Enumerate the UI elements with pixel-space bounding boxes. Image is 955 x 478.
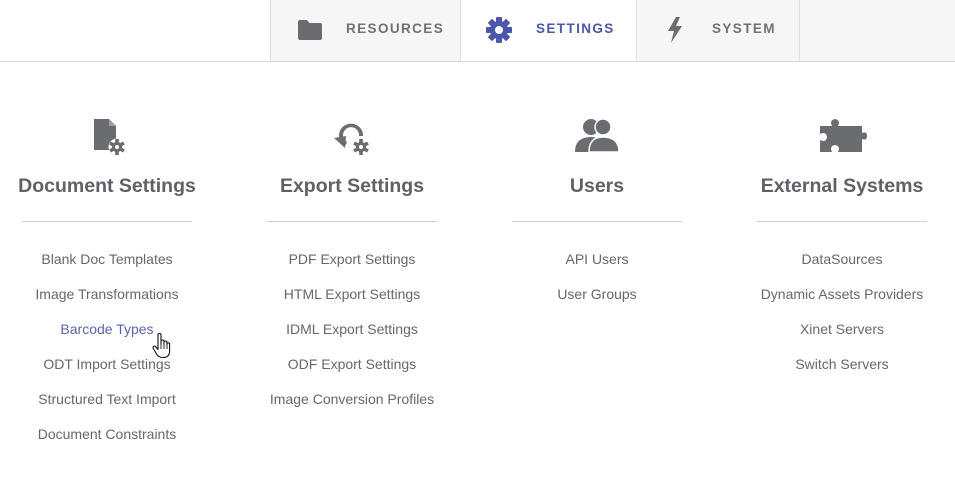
link-odf-export-settings[interactable]: ODF Export Settings <box>237 355 467 390</box>
top-navigation: RESOURCES SETTINGS SYSTEM <box>0 0 955 62</box>
link-xinet-servers[interactable]: Xinet Servers <box>727 320 955 355</box>
gear-icon <box>485 16 513 44</box>
tab-system[interactable]: SYSTEM <box>636 0 800 61</box>
tab-system-label: SYSTEM <box>712 21 776 36</box>
divider <box>267 221 437 222</box>
divider <box>22 221 192 222</box>
divider <box>757 221 927 222</box>
tab-resources-label: RESOURCES <box>346 21 445 36</box>
document-gear-icon <box>79 116 135 166</box>
nav-empty-area <box>799 0 955 61</box>
link-barcode-types[interactable]: Barcode Types <box>0 320 222 355</box>
column-title: Users <box>569 175 625 197</box>
link-html-export-settings[interactable]: HTML Export Settings <box>237 285 467 320</box>
link-image-transformations[interactable]: Image Transformations <box>0 285 222 320</box>
link-image-conversion-profiles[interactable]: Image Conversion Profiles <box>237 390 467 425</box>
tab-resources[interactable]: RESOURCES <box>270 0 461 61</box>
lightning-icon <box>661 16 689 44</box>
puzzle-piece-icon <box>814 116 870 166</box>
link-structured-text-import[interactable]: Structured Text Import <box>0 390 222 425</box>
export-gear-icon <box>324 116 380 166</box>
link-idml-export-settings[interactable]: IDML Export Settings <box>237 320 467 355</box>
column-title: Export Settings <box>279 175 425 197</box>
link-datasources[interactable]: DataSources <box>727 250 955 285</box>
link-pdf-export-settings[interactable]: PDF Export Settings <box>237 250 467 285</box>
link-odt-import-settings[interactable]: ODT Import Settings <box>0 355 222 390</box>
users-icon <box>569 116 625 166</box>
column-title: External Systems <box>760 175 924 197</box>
column-title: Document Settings <box>18 175 196 197</box>
divider <box>512 221 682 222</box>
link-dynamic-assets-providers[interactable]: Dynamic Assets Providers <box>727 285 955 320</box>
folder-icon <box>296 16 324 44</box>
link-blank-doc-templates[interactable]: Blank Doc Templates <box>0 250 222 285</box>
link-switch-servers[interactable]: Switch Servers <box>727 355 955 390</box>
link-user-groups[interactable]: User Groups <box>482 285 712 320</box>
hand-pointer-cursor-icon <box>152 332 172 359</box>
link-document-constraints[interactable]: Document Constraints <box>0 425 222 460</box>
tab-settings-label: SETTINGS <box>536 21 615 36</box>
link-api-users[interactable]: API Users <box>482 250 712 285</box>
tab-settings[interactable]: SETTINGS <box>460 0 637 61</box>
